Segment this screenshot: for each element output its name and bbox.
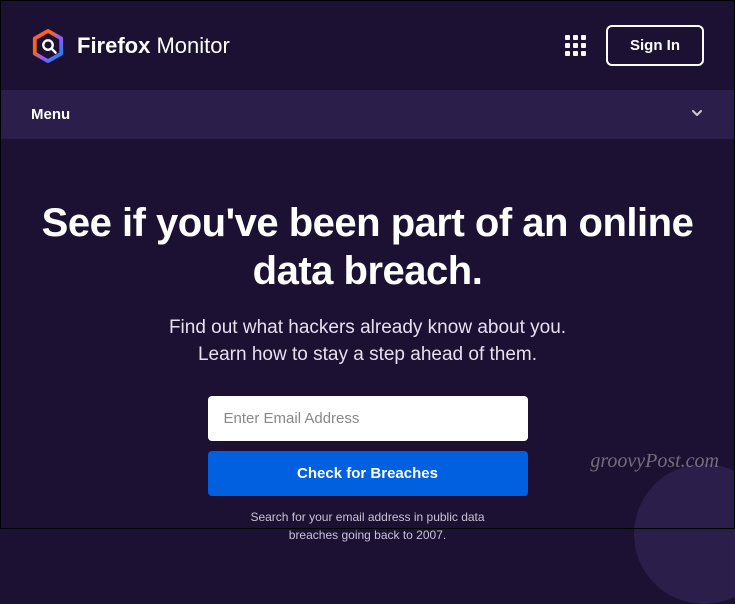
header-actions: Sign In xyxy=(565,25,704,66)
main-content: See if you've been part of an online dat… xyxy=(1,139,734,544)
logo-text: Firefox Monitor xyxy=(77,33,230,59)
menu-bar[interactable]: Menu xyxy=(1,90,734,139)
header: Firefox Monitor Sign In xyxy=(1,1,734,90)
firefox-monitor-icon xyxy=(31,29,65,63)
sign-in-button[interactable]: Sign In xyxy=(606,25,704,66)
email-field[interactable] xyxy=(208,396,528,441)
check-breaches-button[interactable]: Check for Breaches xyxy=(208,451,528,496)
chevron-down-icon xyxy=(690,106,704,123)
page-headline: See if you've been part of an online dat… xyxy=(41,199,694,295)
menu-label: Menu xyxy=(31,106,70,123)
breach-form: Check for Breaches xyxy=(41,396,694,496)
helper-text: Search for your email address in public … xyxy=(41,508,694,544)
apps-grid-icon[interactable] xyxy=(565,35,586,56)
page-subheadline: Find out what hackers already know about… xyxy=(41,315,694,368)
logo[interactable]: Firefox Monitor xyxy=(31,29,230,63)
